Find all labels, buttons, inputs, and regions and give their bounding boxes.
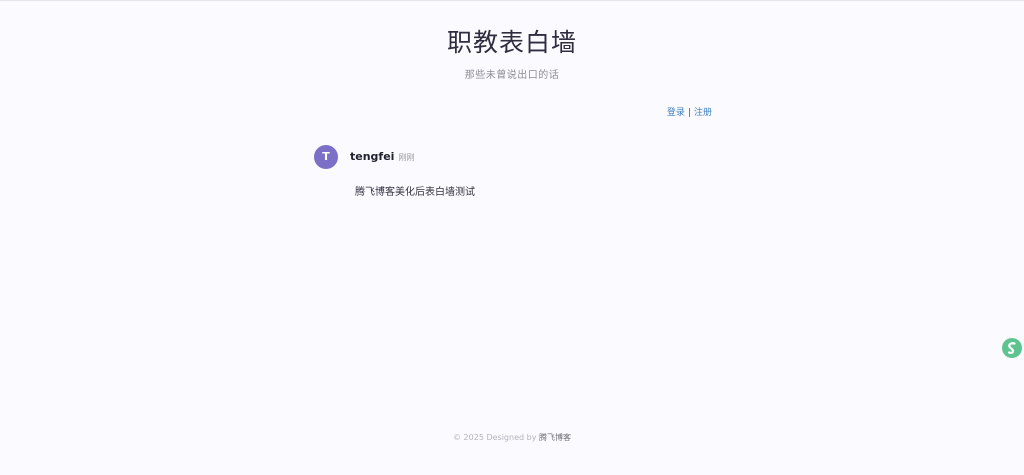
top-divider — [0, 0, 1024, 1]
site-footer: © 2025 Designed by 腾飞博客 — [0, 432, 1024, 443]
author-name[interactable]: tengfei — [350, 150, 394, 163]
chat-bubble-icon[interactable] — [1002, 338, 1022, 358]
avatar[interactable]: T — [314, 145, 338, 169]
post-author-line: tengfei 刚刚 — [350, 145, 414, 164]
site-subtitle: 那些未曾说出口的话 — [464, 70, 560, 81]
footer-copyright: © 2025 Designed by — [453, 433, 537, 442]
footer-brand-link[interactable]: 腾飞博客 — [539, 433, 571, 442]
site-title: 职教表白墙 — [446, 28, 577, 57]
post-content: 腾飞博客美化后表白墙测试 — [355, 187, 475, 198]
post-time: 刚刚 — [398, 153, 415, 162]
auth-separator: | — [687, 108, 691, 118]
register-link[interactable]: 注册 — [694, 108, 712, 118]
auth-links: 登录 | 注册 — [620, 105, 712, 118]
site-header: 职教表白墙 那些未曾说出口的话 — [0, 26, 1024, 81]
login-link[interactable]: 登录 — [667, 108, 685, 118]
